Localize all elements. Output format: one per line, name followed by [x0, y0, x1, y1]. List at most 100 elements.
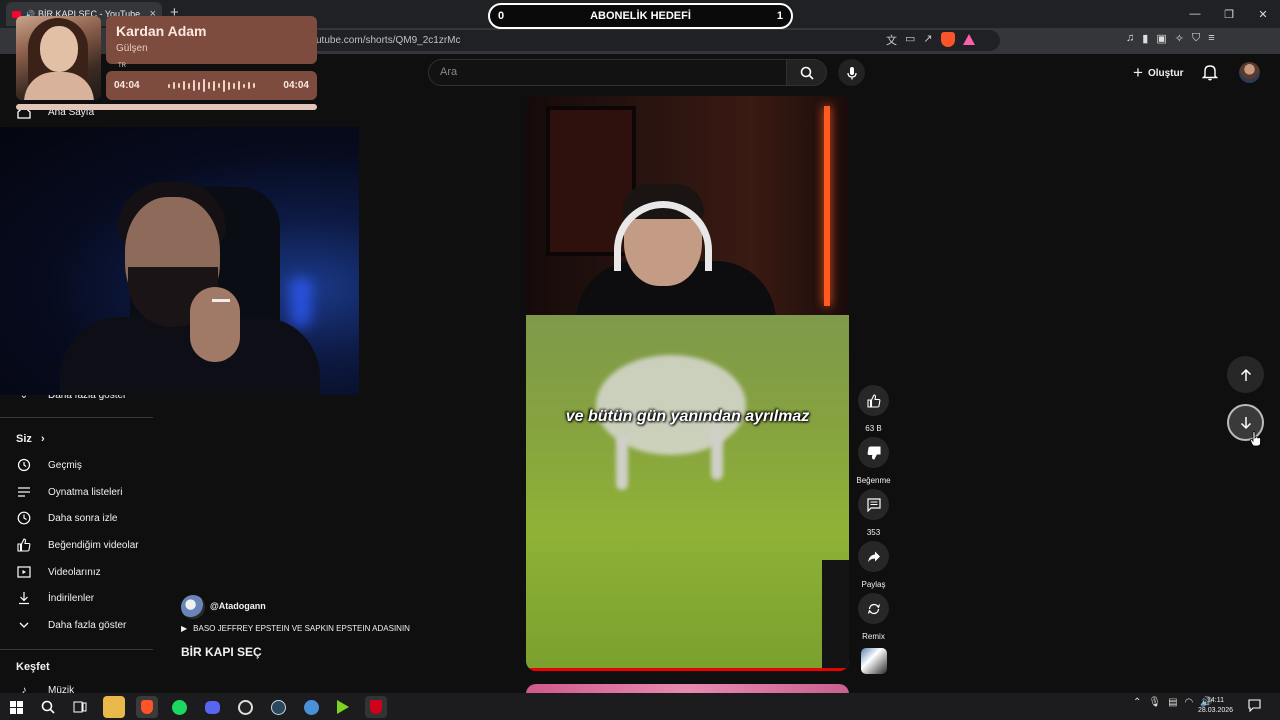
sidebar-section-you[interactable]: Siz › — [16, 433, 45, 445]
share-label: Paylaş — [861, 580, 886, 589]
your-videos-icon — [16, 564, 32, 580]
short-music-line[interactable]: ▶ BASO JEFFREY EPSTEIN VE SAPKIN EPSTEIN… — [181, 624, 410, 633]
thumbs-up-icon — [866, 393, 880, 408]
security-app-icon[interactable] — [365, 696, 387, 718]
audio-source-thumbnail[interactable] — [861, 648, 887, 674]
clock-time: 14:11 — [1207, 697, 1225, 704]
sidebar-toggle-icon[interactable]: ▮ — [1142, 32, 1148, 45]
previous-short-button[interactable] — [1227, 356, 1264, 393]
brave-browser-icon[interactable] — [136, 696, 158, 718]
sidebar-item-2[interactable]: Daha sonra izle — [16, 507, 117, 529]
like-action[interactable]: 63 B — [857, 385, 890, 433]
close-icon[interactable]: ✕ — [1246, 0, 1280, 28]
comment-button[interactable] — [858, 489, 889, 520]
goal-target: 1 — [776, 10, 783, 22]
elapsed-time: 04:04 — [114, 80, 140, 91]
like-button[interactable] — [858, 385, 889, 416]
sidebar-item-label: Daha sonra izle — [48, 512, 118, 524]
play-icon: ▶ — [181, 624, 188, 633]
sidebar-item-3[interactable]: Beğendiğim videolar — [16, 534, 139, 556]
share-icon[interactable]: ↗ — [923, 32, 932, 48]
remix-action[interactable]: Remix — [857, 593, 890, 641]
comment-count: 353 — [866, 528, 881, 537]
goat-clip-frame — [526, 315, 849, 671]
search-taskbar-icon[interactable] — [37, 696, 59, 718]
sidebar-item-4[interactable]: Videolarınız — [16, 561, 101, 583]
goal-current: 0 — [498, 10, 505, 22]
obs-icon[interactable] — [234, 696, 256, 718]
microphone-tray-icon[interactable]: 🎙 — [1148, 697, 1161, 708]
search-button[interactable] — [786, 59, 827, 86]
channel-avatar[interactable] — [181, 595, 205, 619]
brave-rewards-icon[interactable] — [962, 34, 975, 45]
translate-icon[interactable]: 文 — [886, 32, 897, 48]
tray-overflow-icon[interactable]: ⌃ — [1133, 697, 1141, 708]
arrow-down-icon — [1240, 416, 1251, 429]
wallet-icon[interactable]: ▣ — [1156, 32, 1166, 45]
clock-date: 28.03.2026 — [1198, 707, 1234, 714]
share-arrow-icon — [867, 551, 880, 562]
minimize-icon[interactable]: — — [1178, 0, 1212, 28]
comment-action[interactable]: 353 — [857, 489, 890, 537]
spotify-icon[interactable] — [168, 696, 190, 718]
task-view-icon[interactable] — [69, 696, 91, 718]
chevron-right-icon: › — [40, 433, 45, 445]
search-input[interactable]: Ara — [428, 59, 787, 86]
dislike-label: Beğenme — [856, 476, 891, 485]
search-icon — [800, 66, 814, 80]
share-action[interactable]: Paylaş — [857, 541, 890, 589]
microphone-icon — [846, 66, 857, 79]
subscriber-goal-overlay: 0 ABONELİK HEDEFİ 1 — [488, 3, 793, 29]
sidebar-item-label: Beğendiğim videolar — [48, 539, 139, 551]
now-playing-widget: Kardan Adam Gülşen TR 04:04 04:04 — [16, 16, 317, 111]
cast-icon[interactable]: ▭ — [905, 32, 915, 48]
watch-later-icon — [16, 510, 32, 526]
total-time: 04:04 — [283, 80, 309, 91]
taskbar-clock[interactable]: 14:11 28.03.2026 — [1198, 696, 1233, 716]
dislike-button[interactable] — [858, 437, 889, 468]
account-avatar[interactable] — [1239, 62, 1260, 83]
create-button[interactable]: + Oluştur — [1125, 61, 1192, 85]
browser-extensions: ♫ ▮ ▣ ✧ ⛉ ≡ — [1126, 32, 1215, 45]
music-line-text: BASO JEFFREY EPSTEIN VE SAPKIN EPSTEIN A… — [193, 624, 410, 633]
song-title: Kardan Adam — [116, 23, 207, 39]
window-controls: — ❐ ✕ — [1178, 0, 1280, 28]
history-icon — [16, 457, 32, 473]
share-button[interactable] — [858, 541, 889, 572]
media-app-icon[interactable] — [332, 696, 354, 718]
sidebar-item-5[interactable]: İndirilenler — [16, 587, 94, 609]
download-icon — [16, 590, 32, 606]
sidebar-item-label: Oynatma listeleri — [48, 486, 123, 498]
song-time-card: 04:04 04:04 — [106, 71, 317, 100]
leo-ai-icon[interactable]: ✧ — [1175, 32, 1184, 45]
menu-icon[interactable]: ≡ — [1208, 32, 1214, 45]
brave-shields-icon[interactable] — [940, 32, 955, 47]
sidebar-item-1[interactable]: Oynatma listeleri — [16, 481, 122, 503]
notifications-bell-icon[interactable] — [1202, 63, 1218, 81]
wifi-tray-icon[interactable]: ◠ — [1185, 697, 1194, 708]
like-count: 63 B — [865, 424, 882, 433]
media-control-icon[interactable]: ♫ — [1126, 32, 1134, 45]
notification-center-icon[interactable] — [1248, 699, 1261, 712]
voice-search-button[interactable] — [838, 59, 865, 86]
dislike-action[interactable]: Beğenme — [856, 437, 891, 485]
goal-label: ABONELİK HEDEFİ — [590, 10, 691, 22]
webcam-overlay — [0, 127, 359, 395]
channel-name[interactable]: @Atadogann — [210, 601, 266, 611]
discord-icon[interactable] — [201, 696, 223, 718]
comment-icon — [866, 497, 881, 512]
sidebar-item-label: Videolarınız — [48, 566, 101, 578]
file-explorer-icon[interactable] — [103, 696, 125, 718]
windows-start-icon[interactable] — [5, 696, 27, 718]
sidebar-item-0[interactable]: Geçmiş — [16, 454, 82, 476]
album-cover — [16, 16, 101, 100]
steam-icon[interactable] — [267, 696, 289, 718]
network-tray-icon[interactable]: ▤ — [1168, 697, 1177, 708]
sidebar-item-6[interactable]: Daha fazla göster — [16, 614, 126, 636]
video-progress-bar[interactable] — [526, 668, 849, 671]
restore-icon[interactable]: ❐ — [1212, 0, 1246, 28]
remix-button[interactable] — [858, 593, 889, 624]
vpn-icon[interactable]: ⛉ — [1192, 32, 1200, 45]
short-video-player[interactable]: ve bütün gün yanından ayrılmaz — [526, 96, 849, 671]
network-app-icon[interactable] — [300, 696, 322, 718]
